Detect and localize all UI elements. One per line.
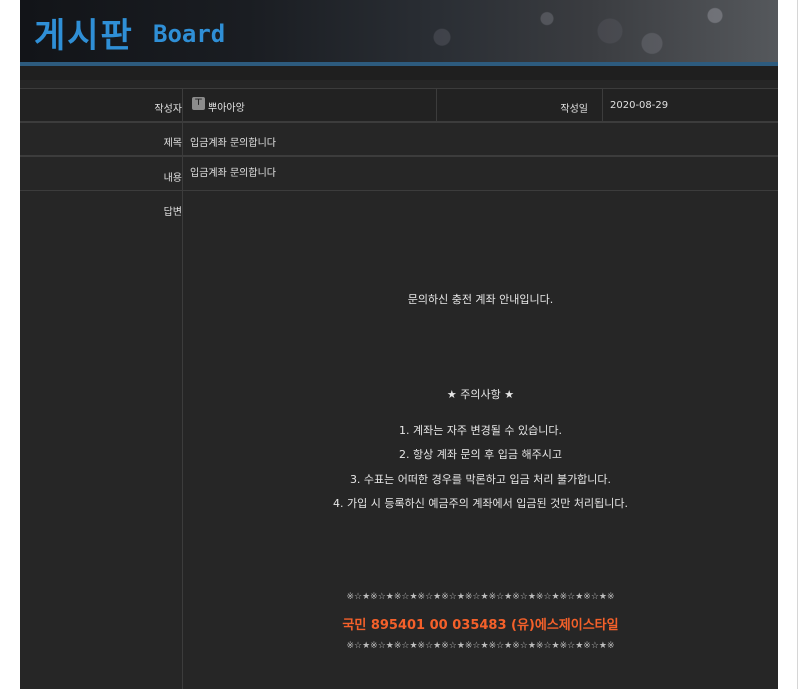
board-frame: 게시판 Board 작성자 뿌아아앙 작성일 2020-08-29 ⊤ 제목 입… [20,0,778,689]
banner-subtitle: Board [153,20,226,48]
column-divider [182,123,183,156]
author-name[interactable]: 뿌아아앙 [208,99,245,114]
content-row: 내용 입금계좌 문의합니다 [20,156,778,191]
column-divider [602,89,603,122]
notice-item: 4. 가입 시 등록하신 예금주의 계좌에서 입금된 것만 처리됩니다. [333,497,628,510]
column-divider [182,157,183,191]
reply-body: 문의하신 충전 계좌 안내입니다. ★ 주의사항 ★ 1. 계좌는 자주 변경될… [183,191,778,689]
title-label: 제목 [163,138,182,149]
reply-intro: 문의하신 충전 계좌 안내입니다. [407,293,554,306]
notice-heading: ★ 주의사항 ★ [446,388,515,401]
board-banner: 게시판 Board [20,0,778,62]
notice-item: 2. 항상 계좌 문의 후 입금 해주시고 [398,448,563,461]
notice-item: 3. 수표는 어떠한 경우를 막론하고 입금 처리 불가합니다. [349,473,612,486]
table-top-gap [20,80,778,88]
content-value: 입금계좌 문의합니다 [190,168,276,179]
date-label: 작성일 [560,104,588,115]
author-row: 작성자 뿌아아앙 작성일 2020-08-29 [20,88,778,122]
title-value: 입금계좌 문의합니다 [190,138,276,149]
bank-account: 국민 895401 00 035483 (유)에스제이스타일 [342,618,619,633]
author-label: 작성자 [154,104,182,115]
banner-title: 게시판 [34,16,134,56]
reply-label: 답변 [163,207,182,218]
page-scroll-edge [797,0,798,689]
user-level-icon: ⊤ [192,97,205,110]
title-row: 제목 입금계좌 문의합니다 [20,122,778,156]
date-value: 2020-08-29 [610,100,669,111]
star-divider-bottom: ※☆★※☆★※☆★※☆★※☆★※☆★※☆★※☆★※☆★※☆★※☆★※ [346,641,615,651]
banner-background-image [358,0,778,62]
banner-gap [20,66,778,80]
content-label: 내용 [163,173,182,184]
star-divider-top: ※☆★※☆★※☆★※☆★※☆★※☆★※☆★※☆★※☆★※☆★※☆★※ [346,592,615,602]
column-divider [182,89,183,122]
notice-item: 1. 계좌는 자주 변경될 수 있습니다. [398,424,563,437]
